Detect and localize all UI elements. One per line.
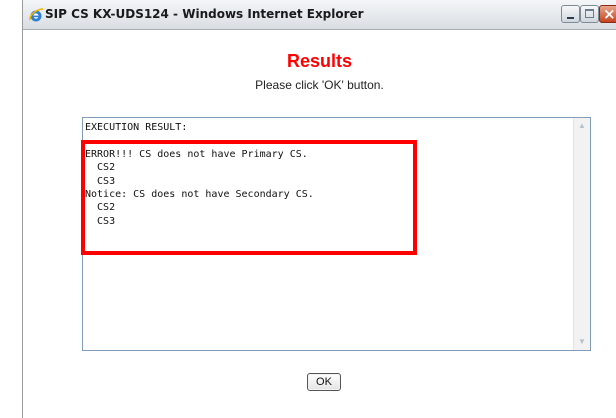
browser-window: SIP CS KX-UDS124 - Windows Internet Expl…	[22, 0, 616, 418]
instruction-text: Please click 'OK' button.	[255, 78, 384, 92]
window-title: SIP CS KX-UDS124 - Windows Internet Expl…	[45, 7, 364, 21]
vertical-scrollbar[interactable]: ▲ ▼	[573, 118, 590, 350]
maximize-icon	[585, 9, 594, 18]
maximize-button[interactable]	[580, 5, 599, 23]
minimize-button[interactable]	[561, 5, 580, 23]
title-bar[interactable]: SIP CS KX-UDS124 - Windows Internet Expl…	[23, 0, 616, 30]
close-icon: ×	[603, 5, 616, 23]
page-title: Results	[286, 51, 353, 71]
scroll-up-arrow-icon[interactable]: ▲	[574, 118, 590, 134]
minimize-icon	[567, 17, 574, 19]
ie-icon	[29, 8, 44, 22]
close-button[interactable]: ×	[599, 5, 616, 23]
error-highlight-box	[81, 140, 417, 255]
ok-button[interactable]: OK	[307, 373, 341, 391]
scroll-down-arrow-icon[interactable]: ▼	[574, 334, 590, 350]
